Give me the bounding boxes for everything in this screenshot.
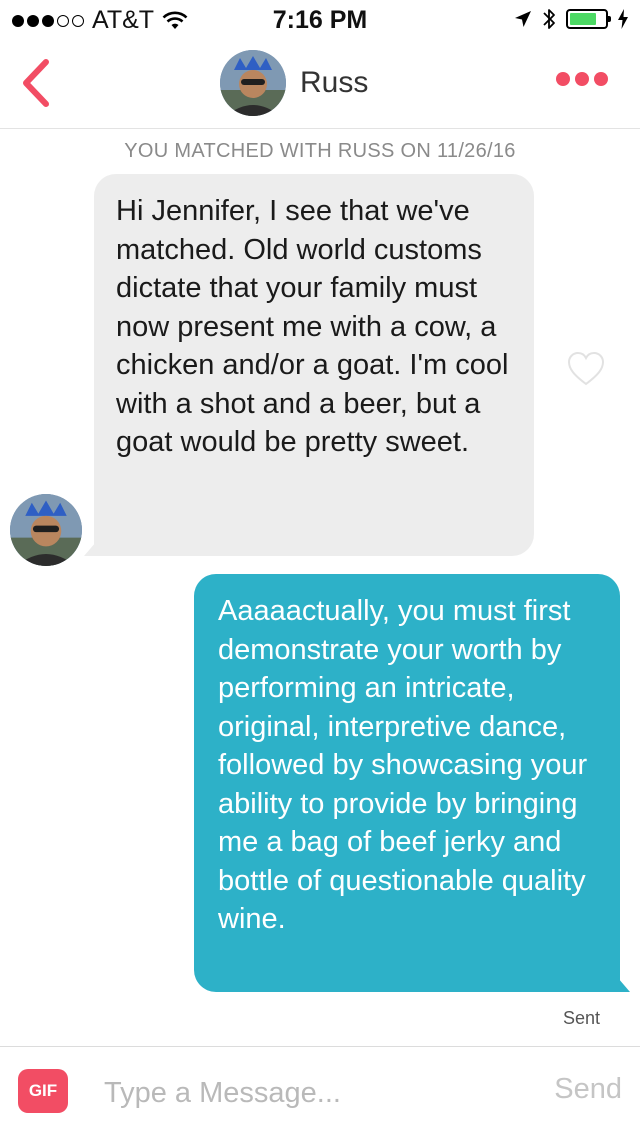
- outgoing-message-bubble: Aaaaactually, you must first demonstrate…: [194, 574, 630, 992]
- more-options-button[interactable]: [556, 72, 608, 86]
- sender-avatar[interactable]: [10, 494, 82, 566]
- battery-icon: [566, 9, 611, 29]
- status-bar: AT&T 7:16 PM: [0, 0, 640, 40]
- more-dots-icon: [556, 72, 570, 86]
- match-notice: YOU MATCHED WITH RUSS ON 11/26/16: [124, 140, 516, 162]
- status-right: [514, 7, 628, 31]
- like-message-button[interactable]: [566, 350, 606, 388]
- location-arrow-icon: [515, 11, 531, 27]
- contact-avatar[interactable]: [220, 50, 286, 116]
- contact-name: Russ: [300, 66, 369, 99]
- chat-header: Russ: [0, 40, 640, 129]
- incoming-message-bubble: Hi Jennifer, I see that we've matched. O…: [84, 174, 534, 556]
- charging-bolt-icon: [618, 9, 628, 29]
- heart-icon: [567, 351, 605, 386]
- chevron-left-icon: [23, 59, 49, 107]
- message-status: Sent: [562, 1008, 600, 1028]
- message-input[interactable]: [104, 1071, 524, 1115]
- contact-profile[interactable]: Russ: [220, 50, 368, 116]
- send-button[interactable]: Send: [554, 1073, 622, 1106]
- message-composer: GIF Send: [0, 1046, 640, 1137]
- gif-button[interactable]: GIF: [18, 1069, 68, 1113]
- back-button[interactable]: [14, 58, 58, 108]
- bluetooth-icon: [543, 9, 555, 29]
